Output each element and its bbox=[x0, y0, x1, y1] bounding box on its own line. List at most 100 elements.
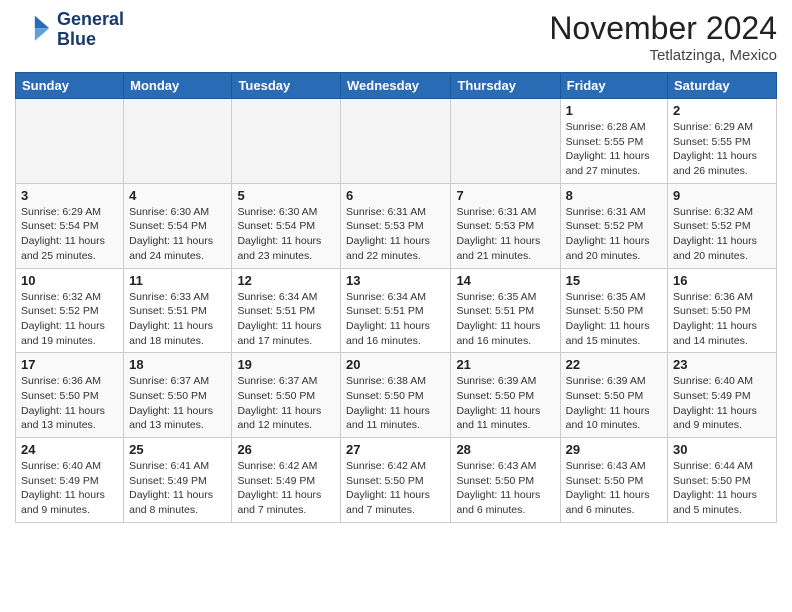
calendar-cell bbox=[16, 99, 124, 184]
day-number: 15 bbox=[566, 273, 662, 288]
day-number: 25 bbox=[129, 442, 226, 457]
calendar-cell: 29 Sunrise: 6:43 AM Sunset: 5:50 PM Dayli… bbox=[560, 438, 667, 523]
logo: General Blue bbox=[15, 10, 124, 50]
day-info: Sunrise: 6:36 AM Sunset: 5:50 PM Dayligh… bbox=[673, 290, 771, 349]
day-number: 26 bbox=[237, 442, 335, 457]
day-info: Sunrise: 6:37 AM Sunset: 5:50 PM Dayligh… bbox=[237, 374, 335, 433]
calendar: SundayMondayTuesdayWednesdayThursdayFrid… bbox=[15, 72, 777, 523]
calendar-cell: 30Sunrise: 6:44 AM Sunset: 5:50 PM Dayli… bbox=[668, 438, 777, 523]
day-info: Sunrise: 6:40 AM Sunset: 5:49 PM Dayligh… bbox=[21, 459, 118, 518]
calendar-cell: 23Sunrise: 6:40 AM Sunset: 5:49 PM Dayli… bbox=[668, 353, 777, 438]
weekday-header-monday: Monday bbox=[124, 73, 232, 99]
day-info: Sunrise: 6:33 AM Sunset: 5:51 PM Dayligh… bbox=[129, 290, 226, 349]
day-info: Sunrise: 6:35 AM Sunset: 5:51 PM Dayligh… bbox=[456, 290, 554, 349]
day-info: Sunrise: 6:29 AM Sunset: 5:55 PM Dayligh… bbox=[673, 120, 771, 179]
calendar-cell: 22Sunrise: 6:39 AM Sunset: 5:50 PM Dayli… bbox=[560, 353, 667, 438]
title-block: November 2024 Tetlatzinga, Mexico bbox=[549, 10, 777, 64]
day-number: 3 bbox=[21, 188, 118, 203]
day-info: Sunrise: 6:32 AM Sunset: 5:52 PM Dayligh… bbox=[673, 205, 771, 264]
header: General Blue November 2024 Tetlatzinga, … bbox=[15, 10, 777, 64]
calendar-cell: 11 Sunrise: 6:33 AM Sunset: 5:51 PM Dayli… bbox=[124, 268, 232, 353]
weekday-header-friday: Friday bbox=[560, 73, 667, 99]
day-info: Sunrise: 6:40 AM Sunset: 5:49 PM Dayligh… bbox=[673, 374, 771, 433]
month-title: November 2024 bbox=[549, 10, 777, 47]
day-number: 1 bbox=[566, 103, 662, 118]
calendar-cell bbox=[124, 99, 232, 184]
calendar-cell bbox=[451, 99, 560, 184]
day-number: 6 bbox=[346, 188, 445, 203]
day-info: Sunrise: 6:30 AM Sunset: 5:54 PM Dayligh… bbox=[237, 205, 335, 264]
weekday-header-wednesday: Wednesday bbox=[341, 73, 451, 99]
day-number: 22 bbox=[566, 357, 662, 372]
page: General Blue November 2024 Tetlatzinga, … bbox=[0, 0, 792, 538]
calendar-cell bbox=[341, 99, 451, 184]
calendar-cell: 19 Sunrise: 6:37 AM Sunset: 5:50 PM Dayli… bbox=[232, 353, 341, 438]
day-info: Sunrise: 6:39 AM Sunset: 5:50 PM Dayligh… bbox=[456, 374, 554, 433]
logo-line2: Blue bbox=[57, 30, 124, 50]
day-info: Sunrise: 6:41 AM Sunset: 5:49 PM Dayligh… bbox=[129, 459, 226, 518]
calendar-cell: 5 Sunrise: 6:30 AM Sunset: 5:54 PM Daylig… bbox=[232, 183, 341, 268]
calendar-cell: 27 Sunrise: 6:42 AM Sunset: 5:50 PM Dayli… bbox=[341, 438, 451, 523]
calendar-cell: 8Sunrise: 6:31 AM Sunset: 5:52 PM Daylig… bbox=[560, 183, 667, 268]
calendar-cell: 26 Sunrise: 6:42 AM Sunset: 5:49 PM Dayli… bbox=[232, 438, 341, 523]
logo-icon bbox=[15, 12, 51, 48]
calendar-cell: 15 Sunrise: 6:35 AM Sunset: 5:50 PM Dayli… bbox=[560, 268, 667, 353]
week-row-2: 3 Sunrise: 6:29 AM Sunset: 5:54 PM Daylig… bbox=[16, 183, 777, 268]
day-number: 5 bbox=[237, 188, 335, 203]
day-number: 20 bbox=[346, 357, 445, 372]
day-number: 10 bbox=[21, 273, 118, 288]
week-row-1: 1Sunrise: 6:28 AM Sunset: 5:55 PM Daylig… bbox=[16, 99, 777, 184]
calendar-cell: 12Sunrise: 6:34 AM Sunset: 5:51 PM Dayli… bbox=[232, 268, 341, 353]
day-info: Sunrise: 6:43 AM Sunset: 5:50 PM Dayligh… bbox=[566, 459, 662, 518]
weekday-header-sunday: Sunday bbox=[16, 73, 124, 99]
day-number: 9 bbox=[673, 188, 771, 203]
day-number: 24 bbox=[21, 442, 118, 457]
week-row-3: 10 Sunrise: 6:32 AM Sunset: 5:52 PM Dayli… bbox=[16, 268, 777, 353]
calendar-cell: 16 Sunrise: 6:36 AM Sunset: 5:50 PM Dayli… bbox=[668, 268, 777, 353]
day-info: Sunrise: 6:31 AM Sunset: 5:53 PM Dayligh… bbox=[346, 205, 445, 264]
calendar-cell: 24 Sunrise: 6:40 AM Sunset: 5:49 PM Dayli… bbox=[16, 438, 124, 523]
day-number: 12 bbox=[237, 273, 335, 288]
calendar-cell: 7Sunrise: 6:31 AM Sunset: 5:53 PM Daylig… bbox=[451, 183, 560, 268]
calendar-cell: 13 Sunrise: 6:34 AM Sunset: 5:51 PM Dayli… bbox=[341, 268, 451, 353]
calendar-cell: 1Sunrise: 6:28 AM Sunset: 5:55 PM Daylig… bbox=[560, 99, 667, 184]
calendar-cell: 9 Sunrise: 6:32 AM Sunset: 5:52 PM Daylig… bbox=[668, 183, 777, 268]
week-row-4: 17Sunrise: 6:36 AM Sunset: 5:50 PM Dayli… bbox=[16, 353, 777, 438]
day-info: Sunrise: 6:32 AM Sunset: 5:52 PM Dayligh… bbox=[21, 290, 118, 349]
weekday-header-thursday: Thursday bbox=[451, 73, 560, 99]
day-info: Sunrise: 6:42 AM Sunset: 5:50 PM Dayligh… bbox=[346, 459, 445, 518]
calendar-cell: 20 Sunrise: 6:38 AM Sunset: 5:50 PM Dayli… bbox=[341, 353, 451, 438]
day-info: Sunrise: 6:34 AM Sunset: 5:51 PM Dayligh… bbox=[346, 290, 445, 349]
weekday-header-tuesday: Tuesday bbox=[232, 73, 341, 99]
calendar-cell: 17Sunrise: 6:36 AM Sunset: 5:50 PM Dayli… bbox=[16, 353, 124, 438]
day-info: Sunrise: 6:35 AM Sunset: 5:50 PM Dayligh… bbox=[566, 290, 662, 349]
calendar-cell: 3 Sunrise: 6:29 AM Sunset: 5:54 PM Daylig… bbox=[16, 183, 124, 268]
day-number: 7 bbox=[456, 188, 554, 203]
day-number: 29 bbox=[566, 442, 662, 457]
day-number: 4 bbox=[129, 188, 226, 203]
week-row-5: 24 Sunrise: 6:40 AM Sunset: 5:49 PM Dayli… bbox=[16, 438, 777, 523]
day-info: Sunrise: 6:42 AM Sunset: 5:49 PM Dayligh… bbox=[237, 459, 335, 518]
weekday-header-saturday: Saturday bbox=[668, 73, 777, 99]
day-number: 21 bbox=[456, 357, 554, 372]
day-number: 19 bbox=[237, 357, 335, 372]
calendar-cell: 6 Sunrise: 6:31 AM Sunset: 5:53 PM Daylig… bbox=[341, 183, 451, 268]
day-number: 11 bbox=[129, 273, 226, 288]
calendar-cell: 21 Sunrise: 6:39 AM Sunset: 5:50 PM Dayli… bbox=[451, 353, 560, 438]
day-info: Sunrise: 6:37 AM Sunset: 5:50 PM Dayligh… bbox=[129, 374, 226, 433]
day-info: Sunrise: 6:29 AM Sunset: 5:54 PM Dayligh… bbox=[21, 205, 118, 264]
day-number: 27 bbox=[346, 442, 445, 457]
calendar-cell bbox=[232, 99, 341, 184]
weekday-header-row: SundayMondayTuesdayWednesdayThursdayFrid… bbox=[16, 73, 777, 99]
day-number: 17 bbox=[21, 357, 118, 372]
day-number: 8 bbox=[566, 188, 662, 203]
calendar-cell: 28Sunrise: 6:43 AM Sunset: 5:50 PM Dayli… bbox=[451, 438, 560, 523]
calendar-cell: 2Sunrise: 6:29 AM Sunset: 5:55 PM Daylig… bbox=[668, 99, 777, 184]
day-number: 13 bbox=[346, 273, 445, 288]
day-number: 16 bbox=[673, 273, 771, 288]
day-info: Sunrise: 6:38 AM Sunset: 5:50 PM Dayligh… bbox=[346, 374, 445, 433]
day-number: 14 bbox=[456, 273, 554, 288]
day-number: 30 bbox=[673, 442, 771, 457]
logo-line1: General bbox=[57, 10, 124, 30]
location: Tetlatzinga, Mexico bbox=[549, 47, 777, 64]
